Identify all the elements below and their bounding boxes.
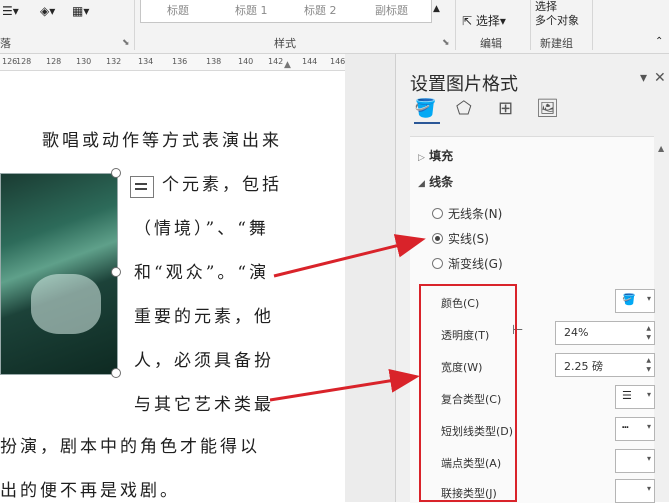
watermark-logo (575, 438, 665, 498)
annotation-arrows (269, 234, 426, 402)
arrow-to-settings (269, 368, 420, 402)
arrow-to-solid-line (273, 234, 426, 278)
